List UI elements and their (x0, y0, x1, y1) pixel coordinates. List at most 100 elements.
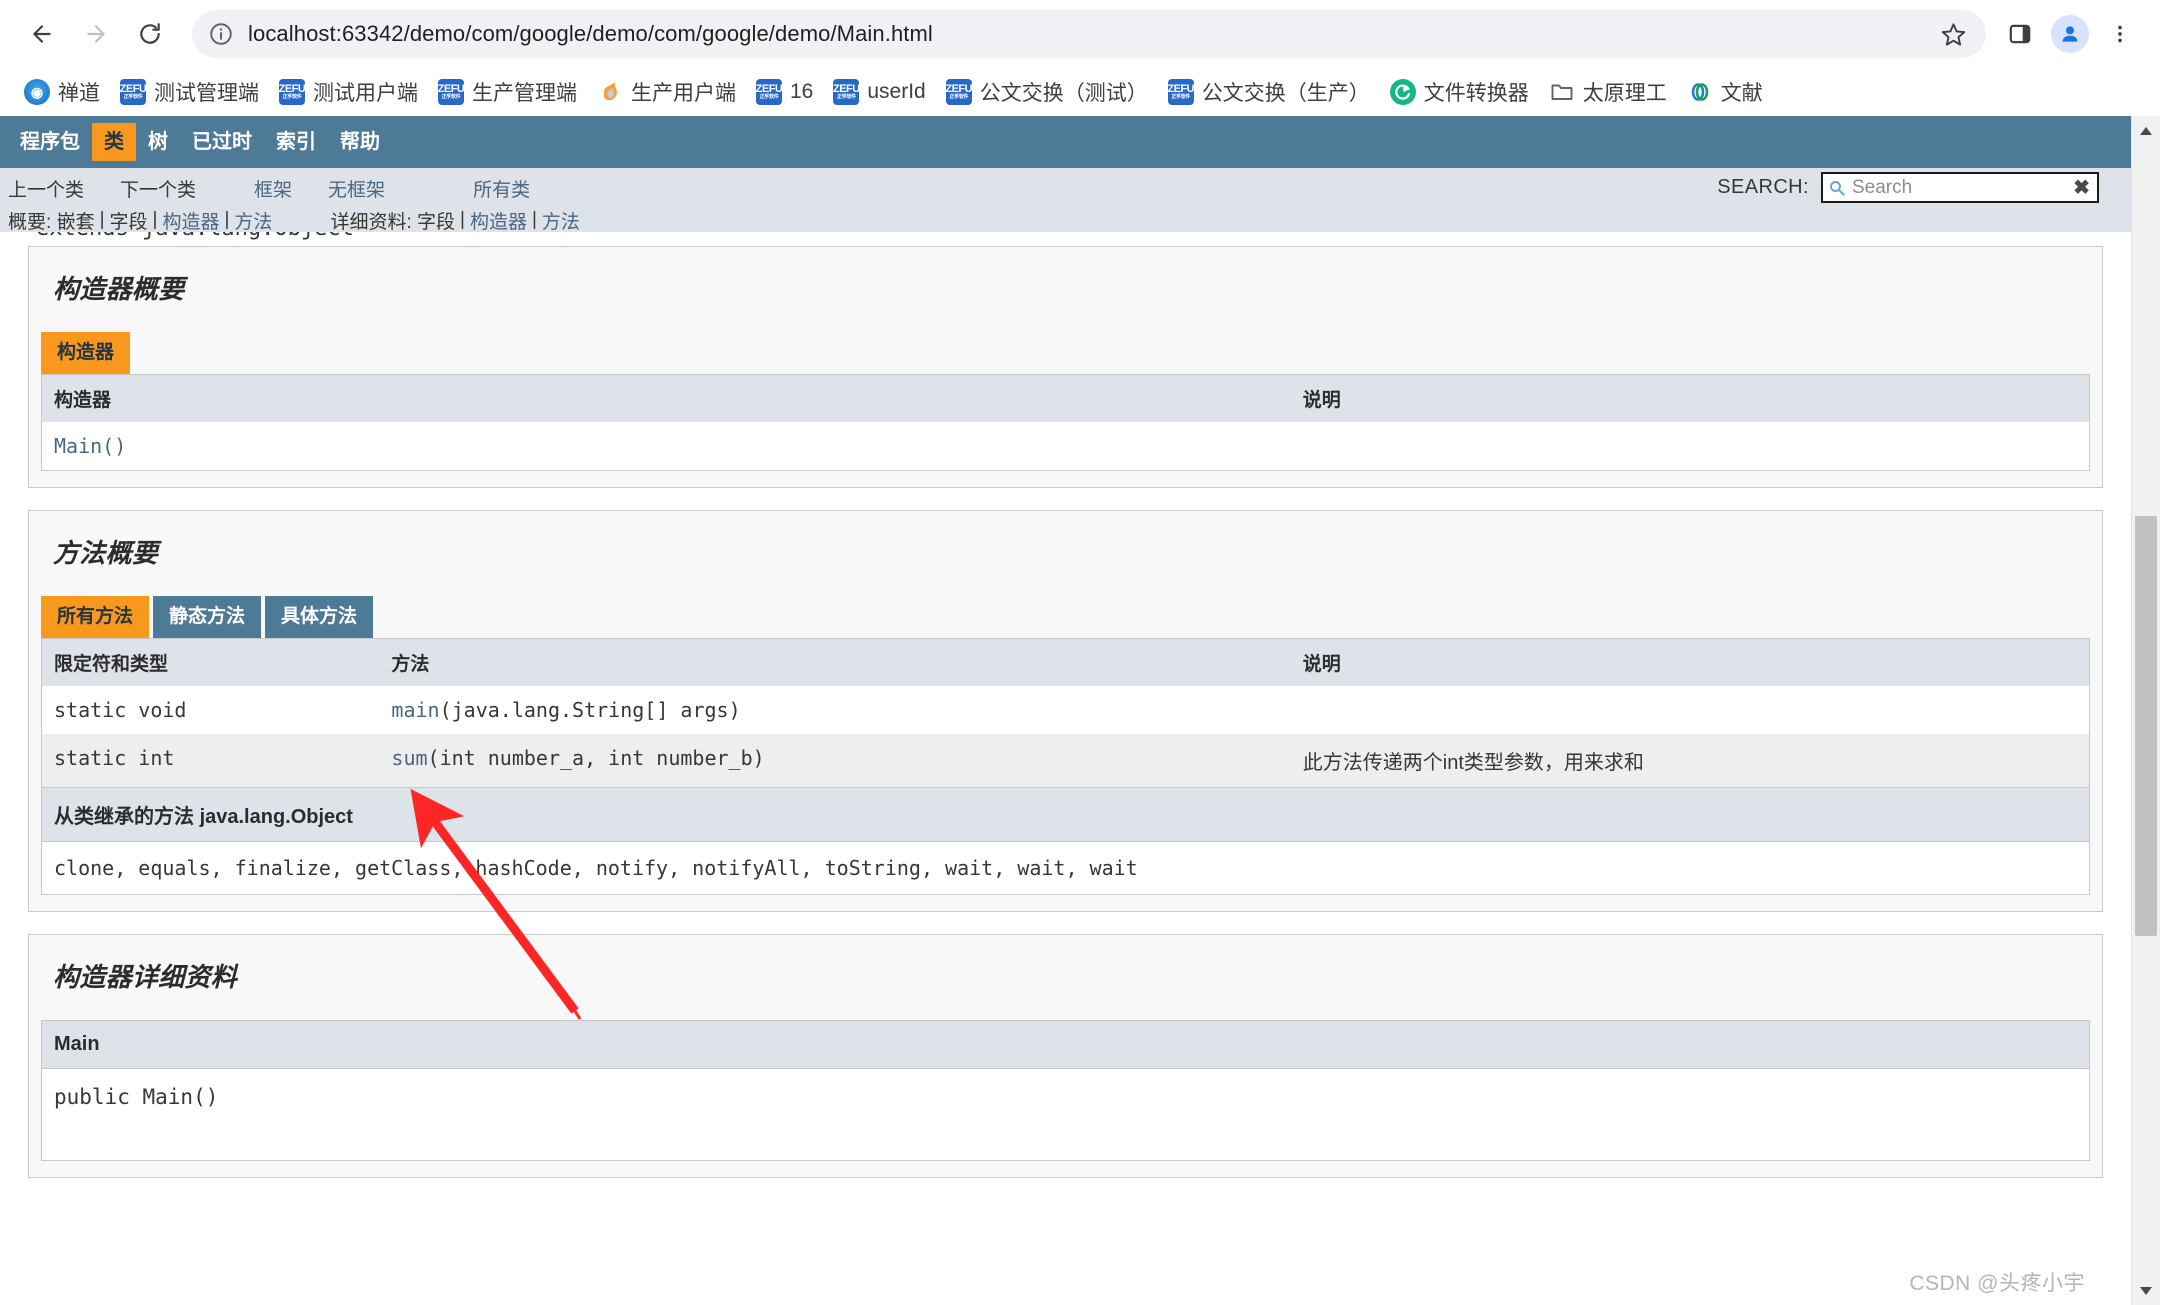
search-area: SEARCH: Search ✖ (1717, 172, 2099, 203)
constructor-detail-block: 构造器详细资料 Main public Main() (28, 933, 2103, 1178)
bookmark-item[interactable]: 文献 (1677, 73, 1773, 111)
bookmark-label: 测试管理端 (154, 82, 259, 105)
clear-search-button[interactable]: ✖ (2073, 178, 2092, 198)
no-frames-link[interactable]: 无框架 (328, 175, 385, 202)
constructor-link[interactable]: Main() (54, 434, 126, 458)
bookmark-item[interactable]: ZEFU 正孚软件 公文交换（测试） (936, 73, 1158, 111)
zefu-icon: ZEFU 正孚软件 (279, 79, 305, 105)
bookmark-label: 测试用户端 (313, 82, 418, 105)
bookmark-item[interactable]: 生产用户端 (587, 73, 746, 111)
all-classes-link[interactable]: 所有类 (473, 175, 530, 202)
reload-button[interactable] (126, 10, 174, 58)
forward-button[interactable] (72, 10, 120, 58)
address-bar[interactable]: localhost:63342/demo/com/google/demo/com… (192, 10, 1986, 58)
bookmark-label: 禅道 (58, 82, 100, 105)
folder-icon (1549, 79, 1575, 105)
scroll-down-button[interactable] (2132, 1276, 2160, 1305)
info-icon[interactable] (208, 21, 234, 47)
summary-constructor-link[interactable]: 构造器 (162, 207, 219, 234)
method-link[interactable]: sum (391, 746, 427, 770)
vertical-scrollbar[interactable] (2131, 116, 2160, 1305)
bookmark-item[interactable]: ZEFU 正孚软件 公文交换（生产） (1158, 73, 1380, 111)
back-button[interactable] (18, 10, 66, 58)
inherited-class-link[interactable]: java.lang.Object (200, 806, 353, 828)
constructor-detail-title: 构造器详细资料 (53, 961, 238, 992)
extends-text: extends java.lang.Object (36, 232, 354, 241)
zefu-icon: ZEFU 正孚软件 (1167, 79, 1194, 105)
detail-label: 详细资料: (330, 211, 412, 233)
method-summary-table: 限定符和类型 方法 说明 static void main(java.lang.… (41, 637, 2090, 788)
javadoc-subnav-row-summary: 概要: 嵌套 | 字段 | 构造器 | 方法 详细资料: 字段 | 构造器 | … (0, 207, 2131, 234)
nav-tree[interactable]: 树 (136, 123, 180, 161)
clipped-extends-strip: extends java.lang.Object (0, 232, 2131, 246)
method-link[interactable]: main (391, 698, 439, 722)
star-icon (1941, 22, 1965, 46)
flame-icon (597, 79, 623, 105)
constructor-detail-signature: public Main() (41, 1068, 2090, 1161)
three-dots-icon (2118, 25, 2122, 43)
zefu-icon: ZEFU 正孚软件 (756, 79, 782, 105)
next-class-link[interactable]: 下一个类 (120, 175, 196, 202)
separator: | (99, 209, 105, 230)
method-summary-tabs: 所有方法 静态方法 具体方法 (41, 595, 2090, 638)
bookmark-star-button[interactable] (1938, 19, 1968, 49)
bookmark-label: 生产管理端 (472, 82, 577, 105)
side-panel-button[interactable] (1998, 12, 2042, 56)
javadoc-page: 程序包 类 树 已过时 索引 帮助 上一个类 下一个类 框架 无框架 所有类 概… (0, 116, 2131, 1305)
search-placeholder: Search (1852, 176, 1913, 198)
nav-packages[interactable]: 程序包 (8, 123, 92, 161)
watermark-text: CSDN @头疼小宇 (1909, 1272, 2085, 1295)
person-icon (2062, 26, 2078, 42)
col-description: 说明 (1290, 374, 2090, 422)
search-input[interactable]: Search ✖ (1821, 172, 2099, 203)
bookmark-label: 文献 (1720, 82, 1763, 105)
chevron-up-icon (2140, 126, 2152, 135)
tab-constructors[interactable]: 构造器 (41, 332, 131, 374)
chevron-down-icon (2140, 1286, 2152, 1295)
table-row: Main() (42, 422, 2090, 471)
nav-class[interactable]: 类 (92, 123, 136, 161)
method-cell: sum(int number_a, int number_b) (379, 733, 1291, 787)
profile-button[interactable] (2048, 12, 2092, 56)
prev-class-link[interactable]: 上一个类 (8, 175, 84, 202)
constructor-summary-tabs: 构造器 (41, 332, 2090, 374)
bookmark-label: 公文交换（生产） (1201, 82, 1370, 105)
nav-deprecated[interactable]: 已过时 (180, 123, 264, 161)
bookmark-item[interactable]: ZEFU 正孚软件 生产管理端 (428, 73, 587, 111)
summary-method-link[interactable]: 方法 (234, 207, 272, 234)
separator: | (224, 209, 230, 230)
scrollbar-thumb[interactable] (2135, 516, 2157, 936)
bookmark-item[interactable]: ZEFU 正孚软件 userId (823, 73, 935, 111)
method-args: (int number_a, int number_b) (427, 745, 765, 770)
description-cell: 此方法传递两个int类型参数，用来求和 (1290, 733, 2090, 787)
frames-link[interactable]: 框架 (254, 175, 292, 202)
constructor-summary-block: 构造器概要 构造器 构造器 说明 Main() (28, 246, 2103, 488)
detail-field: 字段 (417, 211, 456, 233)
constructor-summary-table: 构造器 说明 Main() (41, 373, 2090, 471)
detail-method-link[interactable]: 方法 (542, 207, 580, 234)
tab-all-methods[interactable]: 所有方法 (41, 595, 150, 638)
nav-index[interactable]: 索引 (264, 123, 328, 161)
zefu-icon: ZEFU 正孚软件 (945, 79, 972, 105)
zefu-icon: ZEFU 正孚软件 (120, 79, 146, 105)
scroll-up-button[interactable] (2132, 116, 2160, 145)
bookmark-item[interactable]: ◉ 禅道 (14, 73, 110, 111)
bookmark-label: userId (867, 80, 926, 103)
bookmark-item[interactable]: ZEFU 正孚软件 16 (746, 73, 823, 111)
bookmark-item[interactable]: 太原理工 (1539, 73, 1677, 111)
tab-concrete-methods[interactable]: 具体方法 (265, 595, 374, 638)
browser-menu-button[interactable] (2098, 12, 2142, 56)
inherited-methods-header: 从类继承的方法 java.lang.Object (41, 787, 2090, 842)
nav-help[interactable]: 帮助 (328, 123, 392, 161)
search-label: SEARCH: (1717, 176, 1809, 198)
method-cell: main(java.lang.String[] args) (379, 686, 1290, 734)
method-summary-block: 方法概要 所有方法 静态方法 具体方法 限定符和类型 方法 说明 static … (28, 509, 2103, 912)
bookmark-label: 16 (790, 80, 814, 103)
detail-constructor-link[interactable]: 构造器 (470, 207, 527, 234)
tab-static-methods[interactable]: 静态方法 (153, 595, 262, 638)
bookmark-item[interactable]: ZEFU 正孚软件 测试用户端 (269, 73, 428, 111)
bookmark-item[interactable]: ZEFU 正孚软件 测试管理端 (110, 73, 269, 111)
bookmark-item[interactable]: 文件转换器 (1380, 73, 1539, 111)
side-panel-icon (2009, 24, 2031, 44)
bookmark-label: 太原理工 (1582, 82, 1667, 105)
